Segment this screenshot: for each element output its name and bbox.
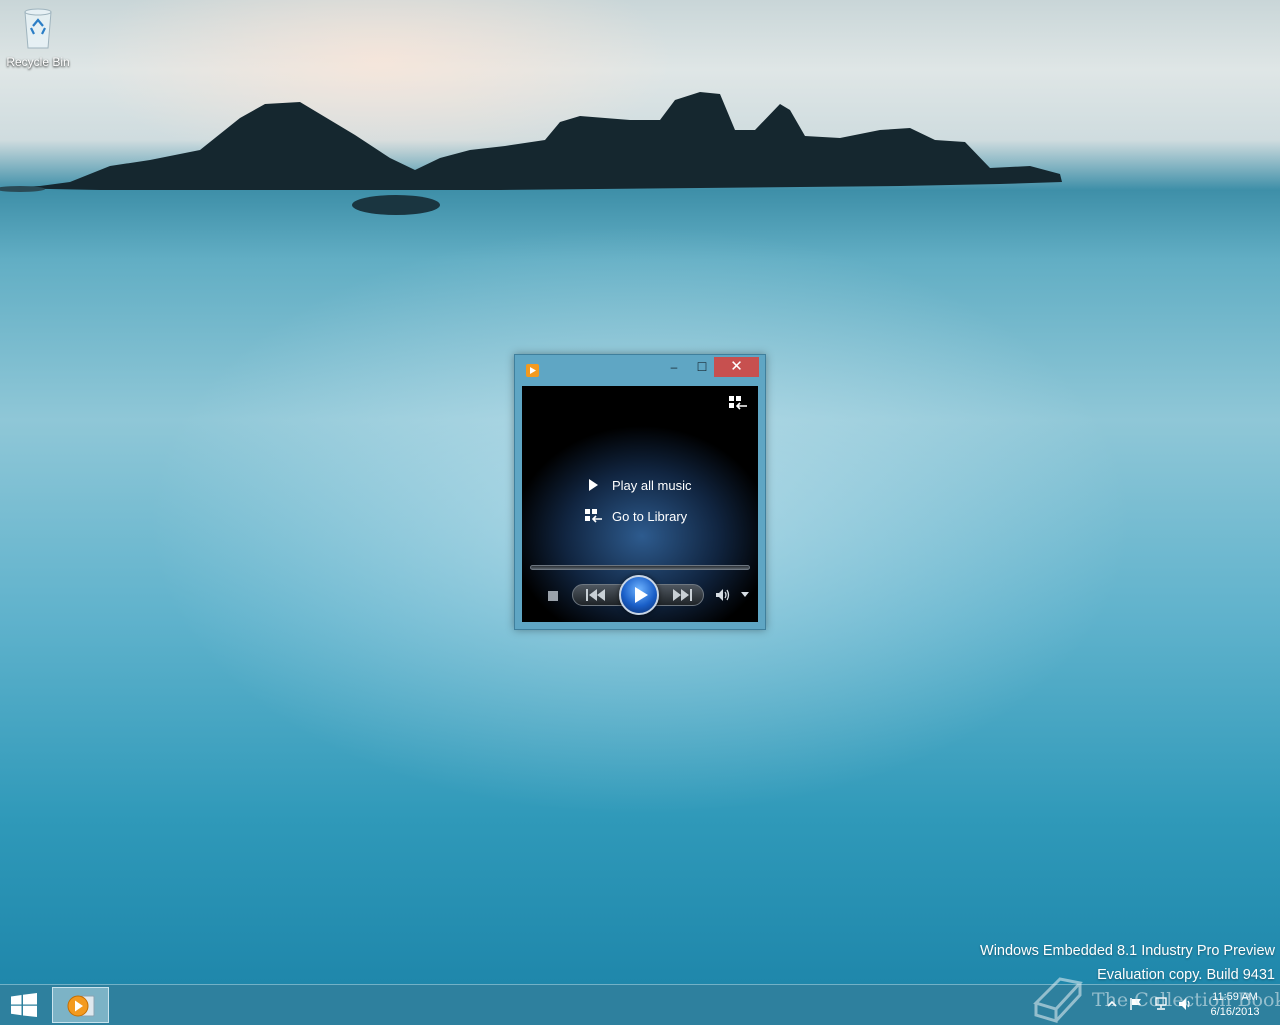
volume-icon[interactable] [715, 588, 731, 602]
windows-media-player-icon [67, 995, 95, 1017]
rock-formation [0, 92, 1062, 215]
play-button[interactable] [619, 575, 659, 615]
next-track-icon[interactable] [670, 587, 694, 603]
switch-to-library-icon[interactable] [728, 395, 748, 411]
site-watermark: The Collection Book [1030, 971, 1280, 1024]
title-bar[interactable]: – ☐ ✕ [515, 355, 765, 385]
windows-media-player-icon [526, 364, 539, 377]
recycle-bin-label: Recycle Bin [6, 55, 70, 69]
playback-controls [522, 574, 758, 618]
book-icon [1033, 977, 1083, 1023]
play-all-music-label: Play all music [612, 477, 692, 493]
library-icon [585, 509, 602, 523]
recycle-bin-shortcut[interactable]: Recycle Bin [2, 6, 74, 69]
start-button[interactable] [0, 985, 48, 1025]
close-button[interactable]: ✕ [714, 357, 759, 377]
go-to-library-link[interactable]: Go to Library [584, 506, 687, 526]
previous-track-icon[interactable] [584, 587, 608, 603]
taskbar-media-player[interactable] [52, 987, 109, 1023]
chevron-down-icon[interactable] [741, 592, 749, 598]
player-content: Play all music Go to Library [522, 386, 758, 622]
watermark-edition: Windows Embedded 8.1 Industry Pro Previe… [980, 943, 1275, 959]
play-icon [589, 479, 598, 491]
go-to-library-label: Go to Library [612, 508, 688, 524]
site-watermark-text: The Collection Book [1092, 989, 1280, 1011]
play-icon [635, 587, 648, 603]
recycle-bin-icon [24, 8, 52, 49]
windows-logo-icon [11, 993, 37, 1017]
play-all-music-link[interactable]: Play all music [584, 475, 691, 495]
seek-bar[interactable] [530, 565, 750, 570]
maximize-button[interactable]: ☐ [691, 357, 713, 377]
minimize-button[interactable]: – [663, 357, 685, 377]
stop-button[interactable] [548, 591, 558, 601]
media-player-window[interactable]: – ☐ ✕ Play all music Go to Library [514, 354, 766, 630]
